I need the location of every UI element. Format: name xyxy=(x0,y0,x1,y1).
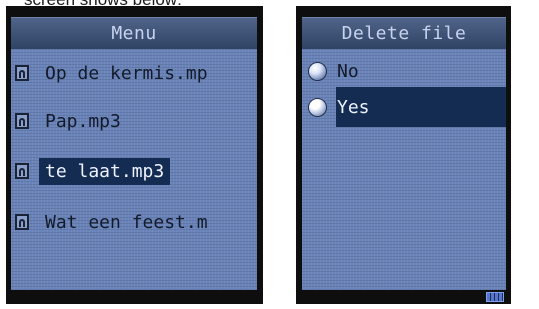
status-bar xyxy=(11,290,257,304)
music-file-icon xyxy=(15,163,29,179)
status-bar xyxy=(302,290,506,304)
menu-item-op-de-kermis[interactable]: Op de kermis.mp xyxy=(11,54,257,92)
menu-item-label: Wat een feest.m xyxy=(45,211,208,233)
menu-item-pap[interactable]: Pap.mp3 xyxy=(11,102,257,140)
delete-options: No Yes xyxy=(302,49,506,290)
menu-item-label: Op de kermis.mp xyxy=(45,62,208,84)
menu-item-label: Pap.mp3 xyxy=(45,110,121,132)
menu-list: Op de kermis.mp Pap.mp3 te laat.mp3 Wat … xyxy=(11,49,257,290)
battery-icon xyxy=(486,292,504,302)
page: screen shows below: Menu Op de kermis.mp… xyxy=(0,0,539,309)
music-file-icon xyxy=(15,214,29,230)
menu-title: Menu xyxy=(11,17,257,50)
music-file-icon xyxy=(15,65,29,81)
radio-icon xyxy=(308,61,327,81)
music-file-icon xyxy=(15,113,29,129)
menu-item-label: te laat.mp3 xyxy=(39,157,171,185)
option-label: No xyxy=(337,60,359,82)
option-no[interactable]: No xyxy=(302,51,506,91)
menu-item-te-laat[interactable]: te laat.mp3 xyxy=(11,152,257,190)
delete-file-screen: Delete file No Yes xyxy=(296,6,511,304)
radio-icon xyxy=(308,97,327,117)
option-label: Yes xyxy=(337,96,370,118)
menu-item-wat-een-feest[interactable]: Wat een feest.m xyxy=(11,203,257,241)
menu-screen: Menu Op de kermis.mp Pap.mp3 te laat.mp3… xyxy=(6,6,263,304)
delete-file-title: Delete file xyxy=(302,17,506,50)
option-yes[interactable]: Yes xyxy=(308,87,506,127)
